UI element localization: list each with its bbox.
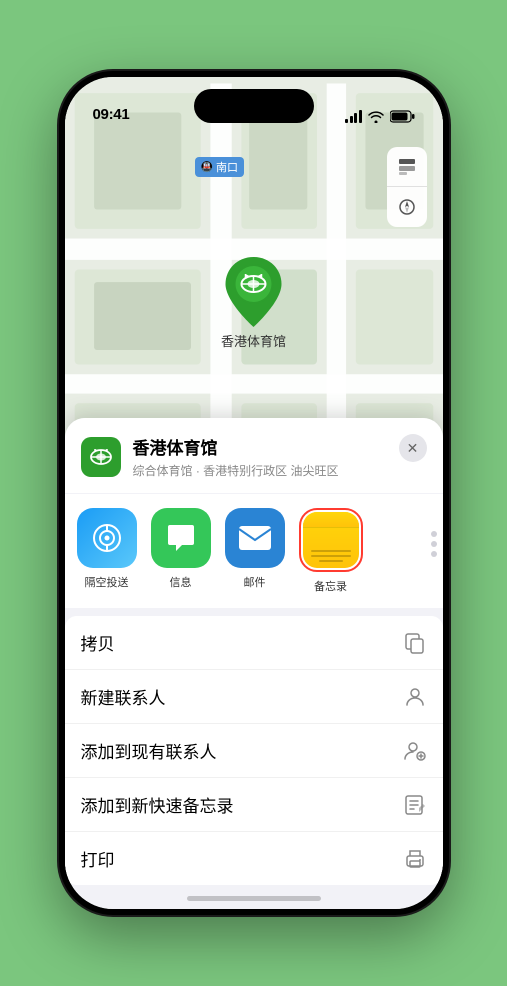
close-icon: ✕ [407, 440, 419, 457]
notes-icon [303, 512, 359, 568]
more-dot-1 [431, 531, 437, 537]
share-item-notes[interactable]: 备忘录 [299, 508, 363, 594]
action-print[interactable]: 打印 [65, 832, 443, 885]
action-new-contact[interactable]: 新建联系人 [65, 670, 443, 724]
place-info-left: 香港体育馆 综合体育馆 · 香港特别行政区 油尖旺区 [81, 434, 339, 479]
new-contact-icon [403, 685, 427, 709]
share-row: 隔空投送 信息 [65, 494, 443, 608]
message-label: 信息 [170, 574, 192, 590]
place-details: 香港体育馆 综合体育馆 · 香港特别行政区 油尖旺区 [133, 434, 339, 479]
add-existing-label: 添加到现有联系人 [81, 738, 217, 763]
marker-label: 香港体育馆 [221, 331, 286, 350]
print-label: 打印 [81, 846, 115, 871]
notes-header-decoration [303, 512, 359, 528]
action-add-quick-note[interactable]: 添加到新快速备忘录 [65, 778, 443, 832]
home-indicator [187, 896, 321, 901]
add-quick-note-label: 添加到新快速备忘录 [81, 792, 234, 817]
venue-logo [81, 437, 121, 477]
print-icon [403, 847, 427, 871]
copy-icon [403, 631, 427, 655]
share-item-mail[interactable]: 邮件 [225, 508, 285, 594]
dynamic-island [194, 89, 314, 123]
airdrop-symbol [90, 521, 124, 555]
map-controls [387, 147, 427, 227]
more-dot-3 [431, 551, 437, 557]
more-dot-2 [431, 541, 437, 547]
share-item-airdrop[interactable]: 隔空投送 [77, 508, 137, 594]
location-button[interactable] [387, 187, 427, 227]
notes-selection-border [299, 508, 363, 572]
phone-frame: 09:41 [59, 71, 449, 915]
place-label: 🚇 南口 [195, 157, 244, 177]
stadium-logo-icon [89, 445, 113, 469]
map-pin [223, 257, 283, 329]
add-existing-contact-icon [403, 739, 427, 763]
share-items-container: 隔空投送 信息 [77, 508, 431, 594]
map-type-button[interactable] [387, 147, 427, 187]
place-name: 香港体育馆 [133, 434, 339, 459]
notes-label: 备忘录 [314, 578, 347, 594]
signal-icon [345, 110, 362, 123]
location-marker: 香港体育馆 [221, 257, 286, 350]
status-icons [345, 110, 415, 123]
phone-screen: 09:41 [65, 77, 443, 909]
place-info-header: 香港体育馆 综合体育馆 · 香港特别行政区 油尖旺区 ✕ [65, 418, 443, 493]
new-contact-label: 新建联系人 [81, 684, 166, 709]
wifi-icon [368, 111, 384, 123]
share-item-message[interactable]: 信息 [151, 508, 211, 594]
message-symbol [164, 521, 198, 555]
message-icon [151, 508, 211, 568]
share-row-overflow-fade [393, 494, 443, 608]
place-subtitle: 综合体育馆 · 香港特别行政区 油尖旺区 [133, 462, 339, 479]
action-list: 拷贝 新建联系人 添加到现有联系人 [65, 616, 443, 885]
notes-line-3 [319, 560, 343, 562]
copy-label: 拷贝 [81, 630, 115, 655]
bottom-sheet: 香港体育馆 综合体育馆 · 香港特别行政区 油尖旺区 ✕ [65, 418, 443, 909]
close-button[interactable]: ✕ [399, 434, 427, 462]
compass-icon [398, 198, 416, 216]
mail-label: 邮件 [244, 574, 266, 590]
status-time: 09:41 [93, 106, 130, 123]
action-add-existing-contact[interactable]: 添加到现有联系人 [65, 724, 443, 778]
battery-icon [390, 110, 415, 123]
notes-line-1 [311, 550, 351, 552]
airdrop-label: 隔空投送 [85, 574, 129, 590]
airdrop-icon [77, 508, 137, 568]
more-dots-indicator [431, 531, 437, 557]
notes-line-2 [311, 555, 351, 557]
action-copy[interactable]: 拷贝 [65, 616, 443, 670]
mail-icon [225, 508, 285, 568]
mail-symbol [237, 524, 273, 552]
map-layers-icon [397, 157, 417, 177]
quick-note-icon [403, 793, 427, 817]
